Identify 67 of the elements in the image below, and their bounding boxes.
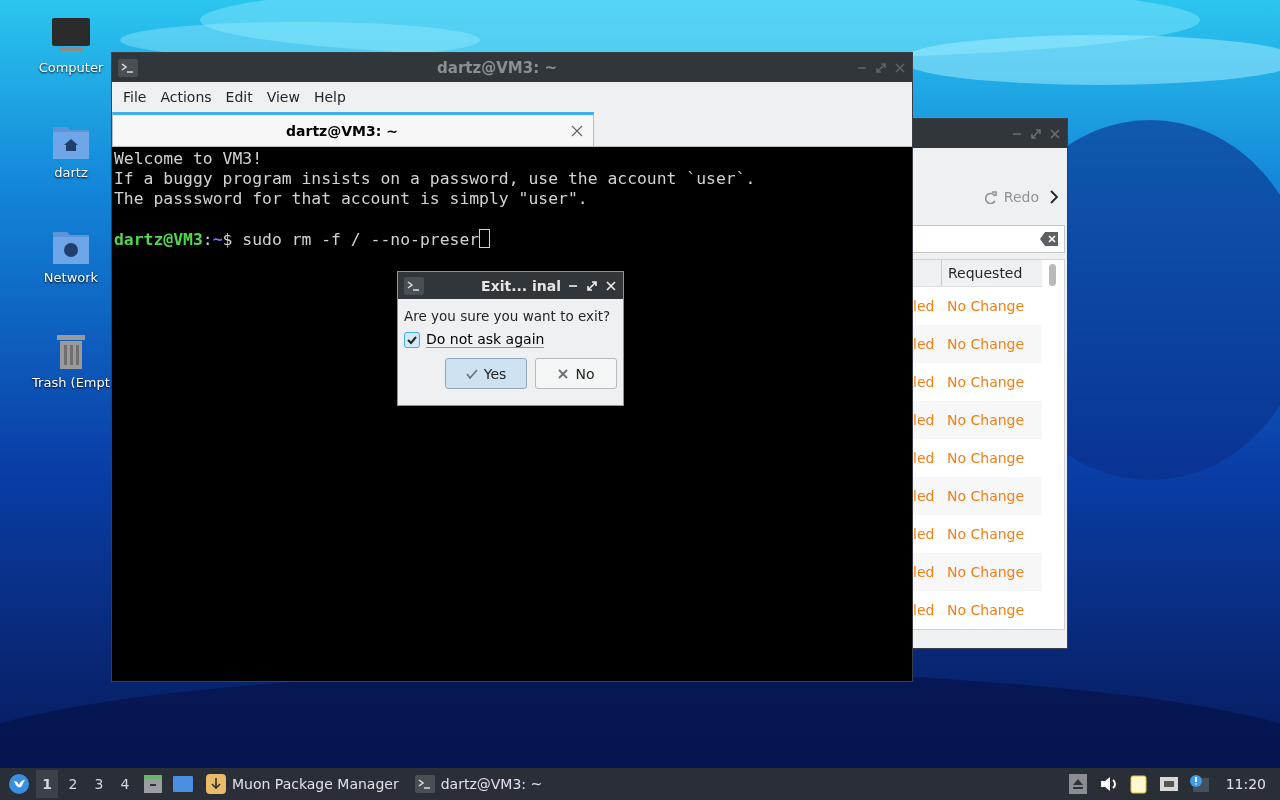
menu-item[interactable]: Actions xyxy=(153,89,219,105)
menu-item[interactable]: Edit xyxy=(218,89,260,105)
table-cell-text: led xyxy=(913,412,936,428)
taskbar-task[interactable]: Muon Package Manager xyxy=(200,770,405,798)
table-cell: No Change xyxy=(947,564,1025,580)
clipboard-icon[interactable] xyxy=(1128,774,1149,794)
menu-item[interactable]: View xyxy=(259,89,307,105)
table-cell: No Change xyxy=(947,602,1025,618)
desktop-icon-label[interactable]: dartz xyxy=(54,165,88,180)
table-cell-text: led xyxy=(913,374,936,390)
download-icon xyxy=(206,774,226,794)
eject-icon[interactable] xyxy=(1068,774,1089,794)
table-cell-text: led xyxy=(913,298,936,314)
clear-icon[interactable] xyxy=(1040,232,1058,247)
terminal-icon xyxy=(414,775,435,793)
table-cell: No Change xyxy=(947,298,1025,314)
table-cell: No Change xyxy=(947,488,1025,504)
taskbar-task[interactable]: dartz@VM3: ~ xyxy=(408,770,549,798)
close-icon[interactable] xyxy=(571,124,583,137)
notification-icon[interactable] xyxy=(1188,774,1209,794)
table-cell-text: led xyxy=(913,488,936,504)
table-cell-text: led xyxy=(913,602,936,618)
table-cell-text: led xyxy=(913,526,936,542)
table-cell: No Change xyxy=(947,412,1025,428)
file-cabinet-icon[interactable] xyxy=(142,773,164,795)
table-cell: No Change xyxy=(947,526,1025,542)
workspace-button[interactable]: 2 xyxy=(62,770,84,798)
table-cell: No Change xyxy=(947,450,1025,466)
desktop-icon[interactable] xyxy=(172,773,194,795)
menu-item[interactable]: Help xyxy=(306,89,353,105)
table-cell-text: led xyxy=(913,336,936,352)
chevron-right-icon[interactable] xyxy=(1049,188,1059,205)
menu-item[interactable]: File xyxy=(116,89,154,105)
terminal-icon xyxy=(404,276,424,295)
checkbox-label[interactable]: Do not ask again xyxy=(426,331,545,348)
volume-icon[interactable] xyxy=(1098,774,1119,794)
terminal-line: If a buggy program insists on a password, use the account `user`. xyxy=(114,169,757,189)
dialog-title: Exit... inal xyxy=(480,277,561,294)
terminal-tab[interactable]: dartz@VM3: ~ xyxy=(112,112,594,146)
workspace-button[interactable]: 3 xyxy=(88,770,110,798)
text-cursor xyxy=(479,229,491,248)
cross-icon xyxy=(557,367,570,380)
table-cell-text: led xyxy=(913,450,936,466)
window-title: dartz@VM3: ~ xyxy=(436,58,558,77)
yes-button[interactable]: Yes xyxy=(445,358,527,389)
desktop-icon-label[interactable]: Trash (Empt xyxy=(32,375,110,390)
terminal-line: The passsword for that account is simply "user". xyxy=(114,189,589,209)
workspace-button[interactable]: 4 xyxy=(114,770,136,798)
tab-label[interactable]: dartz@VM3: ~ xyxy=(113,122,571,139)
table-cell-text: led xyxy=(913,564,936,580)
no-button[interactable]: No xyxy=(535,358,617,389)
command-line: dartz@VM3:~$ sudo rm -f / --no-preser xyxy=(114,229,910,249)
redo-icon xyxy=(983,189,998,204)
search-field[interactable] xyxy=(913,225,1065,253)
desktop-icon-label[interactable]: Network xyxy=(43,270,99,285)
table-cell: No Change xyxy=(947,336,1025,352)
workspace-button[interactable]: 1 xyxy=(36,770,58,798)
table-cell: No Change xyxy=(947,374,1025,390)
terminal-line: Welcome to VM3! xyxy=(114,149,264,169)
checkbox[interactable] xyxy=(404,331,420,348)
terminal-icon xyxy=(118,58,138,77)
network-icon[interactable] xyxy=(1158,774,1179,794)
dialog-message: Are you sure you want to exit? xyxy=(404,308,612,325)
checkmark-icon xyxy=(465,367,478,380)
scrollbar-handle[interactable] xyxy=(1049,264,1056,286)
start-menu-icon[interactable] xyxy=(8,773,30,795)
clock[interactable]: 11:20 xyxy=(1225,776,1266,792)
